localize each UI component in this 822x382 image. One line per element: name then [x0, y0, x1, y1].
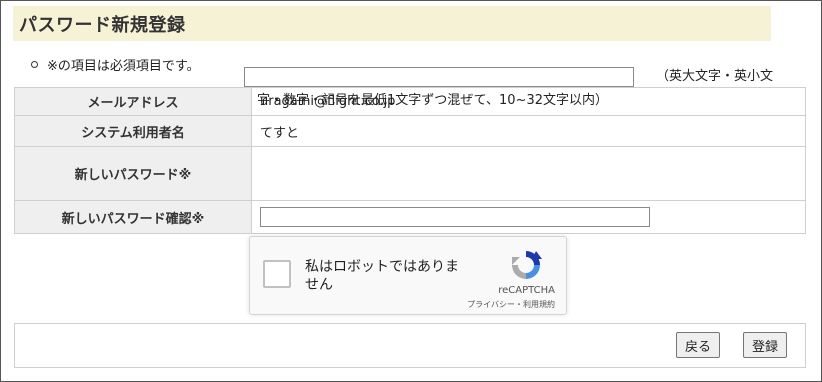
new-password-input[interactable] [244, 67, 634, 87]
page-frame: パスワード新規登録 ※の項目は必須項目です。 メールアドレス uragami@f… [0, 0, 822, 382]
register-button[interactable]: 登録 [743, 332, 787, 358]
user-name-label: システム利用者名 [14, 115, 252, 147]
password-hint-line1: （英大文字・英小文 [656, 69, 774, 84]
bullet-icon [31, 61, 38, 68]
form-row-user-name: システム利用者名 てすと [14, 115, 806, 147]
confirm-password-input[interactable] [260, 207, 650, 227]
page-title: パスワード新規登録 [19, 14, 186, 36]
recaptcha-privacy-terms-link[interactable]: プライバシー・利用規約 [467, 299, 555, 310]
user-name-value: てすと [251, 115, 806, 147]
form-row-new-password: 新しいパスワード※ [14, 146, 806, 201]
new-password-cell [251, 146, 806, 201]
form-row-confirm-password: 新しいパスワード確認※ [14, 200, 806, 234]
required-note-text: ※の項目は必須項目です。 [47, 59, 200, 74]
required-note: ※の項目は必須項目です。 [31, 55, 200, 74]
back-button[interactable]: 戻る [676, 332, 720, 358]
recaptcha-logo-icon [512, 251, 542, 279]
password-hint-line2: 字・数字・記号を最低1文字ずつ混ぜて、10~32文字以内） [257, 93, 608, 108]
email-label: メールアドレス [14, 87, 252, 116]
title-bar: パスワード新規登録 [13, 6, 771, 41]
recaptcha-label: 私はロボットではありません [305, 259, 459, 293]
recaptcha-brand: reCAPTCHA [498, 285, 555, 296]
button-bar: 戻る 登録 [14, 323, 806, 368]
confirm-password-cell [251, 200, 806, 234]
new-password-label: 新しいパスワード※ [14, 146, 252, 201]
recaptcha-checkbox[interactable] [263, 260, 291, 288]
confirm-password-label: 新しいパスワード確認※ [14, 200, 252, 234]
recaptcha-widget: 私はロボットではありません reCAPTCHA プライバシー・利用規約 [249, 236, 567, 315]
